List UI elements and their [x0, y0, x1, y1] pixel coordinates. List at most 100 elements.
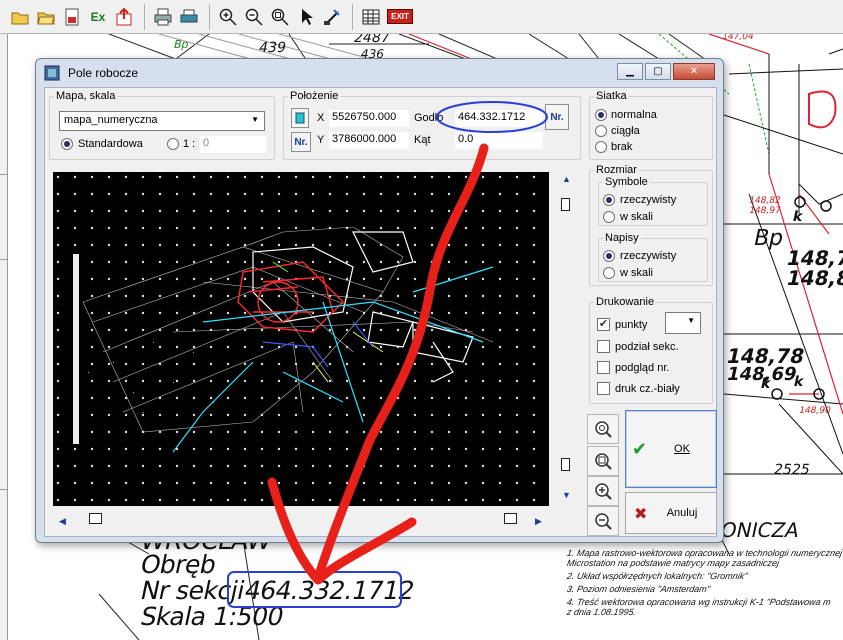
grid-normal-label: normalna — [611, 109, 657, 121]
zoom-fit-button[interactable] — [587, 414, 619, 444]
map-elevation-label: 148,97 — [747, 206, 782, 216]
zoom-fit-icon — [595, 421, 612, 438]
symbols-real-label: rzeczywisty — [620, 194, 677, 206]
bw-print-checkbox[interactable] — [597, 382, 610, 395]
export-icon[interactable] — [60, 5, 84, 29]
exit-icon[interactable]: EXIT — [385, 5, 415, 29]
map-elevation-label: 148,90 — [797, 406, 832, 416]
toolbar-separator — [352, 3, 353, 30]
map-note: z dnia 1.08.1995. — [566, 607, 637, 617]
pointer-icon[interactable] — [294, 5, 318, 29]
import-icon[interactable] — [112, 5, 136, 29]
panel-divider — [0, 259, 8, 260]
map-section-title: ONICZA — [718, 518, 802, 542]
map-parcel-label: 2487 — [352, 34, 392, 46]
cancel-label: Anuluj — [666, 507, 698, 519]
standard-scale-radio[interactable] — [61, 138, 73, 150]
grid-continuous-radio[interactable] — [595, 125, 607, 137]
grid-group: Siatka — [589, 90, 713, 160]
grid-continuous-label: ciągła — [611, 125, 640, 137]
map-scale-legend: Mapa, skala — [56, 90, 116, 102]
zoom-in-button[interactable] — [587, 476, 619, 506]
godlo-input[interactable]: 464.332.1712 — [455, 110, 543, 127]
scroll-up-icon[interactable]: ▲ — [562, 174, 571, 184]
points-label: punkty — [615, 319, 648, 331]
map-note: 2. Układ współrzędnych lokalnych: "Gromn… — [566, 571, 749, 581]
custom-scale-radio[interactable] — [167, 138, 179, 150]
zoom-out-icon[interactable] — [242, 5, 266, 29]
section-split-label: podział sekc. — [615, 341, 679, 353]
scroll-right-icon[interactable]: ▶ — [535, 516, 542, 527]
minimize-icon[interactable]: ▁ — [617, 63, 643, 80]
position-nr-button[interactable]: Nr. — [291, 132, 311, 152]
nr-preview-label: podgląd nr. — [615, 362, 670, 374]
app-icon — [44, 65, 60, 81]
custom-scale-label: 1 : — [183, 138, 196, 150]
labels-real-radio[interactable] — [603, 250, 615, 262]
chevron-down-icon: ▼ — [687, 316, 695, 325]
horizontal-scroll-thumb[interactable] — [89, 513, 102, 524]
app-toolbar: Ex EXIT — [0, 0, 843, 34]
y-label: Y — [317, 134, 325, 146]
checkmark-icon: ✔ — [632, 439, 648, 459]
bw-print-label: druk cz.-biały — [615, 383, 680, 395]
symbols-real-radio[interactable] — [603, 194, 615, 206]
close-icon[interactable]: ✕ — [673, 63, 715, 80]
vertical-scroll-thumb-bottom[interactable] — [561, 458, 570, 471]
window-buttons: ▁ ▢ ✕ — [615, 63, 715, 80]
map-select[interactable]: mapa_numeryczna ▼ — [59, 111, 265, 131]
print-icon[interactable] — [151, 5, 175, 29]
map-elevation-label: 147,04 — [720, 34, 755, 42]
symbols-scale-radio[interactable] — [603, 211, 615, 223]
map-scale-label: Skala 1:500 — [137, 602, 287, 631]
print-setup-icon[interactable] — [177, 5, 201, 29]
x-input[interactable]: 5526750.000 — [329, 110, 409, 127]
preview-drawing — [53, 172, 549, 506]
map-elevation-label: 148,82 — [747, 196, 782, 206]
zoom-window-button[interactable] — [587, 446, 619, 476]
zoom-out-button[interactable] — [587, 506, 619, 536]
map-note: 4. Treść wektorowa opracowana wg instruk… — [566, 597, 832, 607]
scroll-left-icon[interactable]: ◀ — [59, 516, 66, 527]
excel-icon[interactable]: Ex — [86, 5, 110, 29]
scroll-down-icon[interactable]: ▼ — [562, 490, 571, 500]
labels-scale-label: w skali — [620, 267, 654, 279]
labels-scale-radio[interactable] — [603, 267, 615, 279]
map-obreb-label: Obręb — [137, 550, 219, 579]
table-icon[interactable] — [359, 5, 383, 29]
angle-input[interactable]: 0.0 — [455, 132, 543, 149]
measure-icon[interactable] — [320, 5, 344, 29]
zoom-in-icon[interactable] — [216, 5, 240, 29]
grid-normal-radio[interactable] — [595, 109, 607, 121]
map-elevation-label: 148,89 — [784, 266, 843, 290]
horizontal-scroll-thumb-right[interactable] — [504, 513, 517, 524]
cancel-x-icon: ✖ — [634, 506, 648, 523]
map-preview[interactable] — [53, 172, 549, 506]
map-select-value: mapa_numeryczna — [64, 114, 158, 126]
cancel-button[interactable]: ✖ Anuluj — [625, 492, 717, 534]
maximize-icon[interactable]: ▢ — [645, 63, 671, 80]
zoom-out-icon — [595, 513, 612, 530]
print-legend: Drukowanie — [596, 296, 655, 308]
dialog-title: Pole robocze — [68, 66, 139, 80]
panel-divider — [0, 489, 8, 490]
custom-scale-input[interactable]: 0 — [200, 136, 266, 153]
points-style-select[interactable]: ▼ — [665, 312, 701, 334]
open-folder-icon[interactable] — [8, 5, 32, 29]
exit-label: EXIT — [387, 9, 413, 24]
open-folder-alt-icon[interactable] — [34, 5, 58, 29]
grid-none-radio[interactable] — [595, 141, 607, 153]
points-checkbox[interactable]: ✔ — [597, 318, 610, 331]
pick-position-button[interactable] — [291, 108, 309, 128]
y-input[interactable]: 3786000.000 — [329, 132, 409, 149]
vertical-scroll-thumb[interactable] — [561, 198, 570, 211]
toolbar-separator — [144, 3, 145, 30]
ok-button[interactable]: ✔ OK — [625, 410, 717, 488]
section-split-checkbox[interactable] — [597, 340, 610, 353]
godlo-nr-button[interactable]: Nr. — [545, 104, 569, 130]
symbols-scale-label: w skali — [620, 211, 654, 223]
zoom-window-icon[interactable] — [268, 5, 292, 29]
symbols-legend: Symbole — [605, 176, 648, 188]
nr-preview-checkbox[interactable] — [597, 361, 610, 374]
angle-label: Kąt — [414, 134, 431, 146]
